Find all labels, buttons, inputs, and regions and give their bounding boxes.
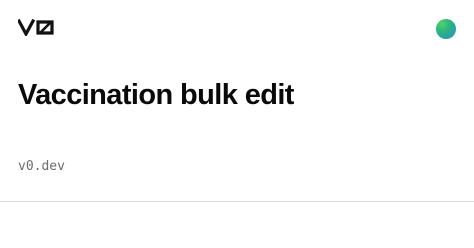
page-title: Vaccination bulk edit <box>18 79 294 111</box>
v0-logo-icon[interactable] <box>18 19 58 36</box>
site-url: v0.dev <box>18 159 65 174</box>
page: Vaccination bulk edit v0.dev <box>0 0 474 248</box>
divider <box>0 201 474 202</box>
avatar[interactable] <box>436 19 456 39</box>
